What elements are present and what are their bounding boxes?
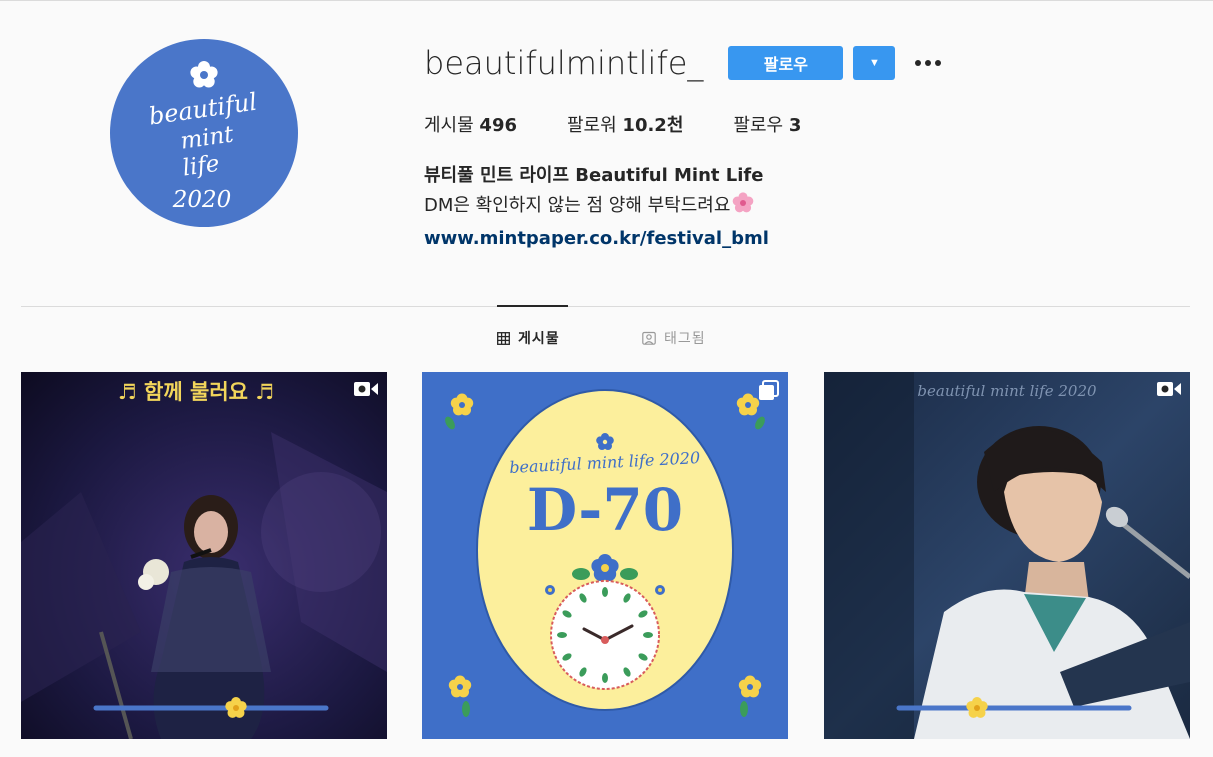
video-icon xyxy=(1157,382,1181,396)
bio-text-row: DM은 확인하지 않는 점 양해 부탁드려요 xyxy=(424,191,1184,224)
posts-count: 게시물 496 xyxy=(424,111,517,137)
followers-count[interactable]: 팔로워 10.2천 xyxy=(567,111,683,137)
grid-icon xyxy=(497,331,510,345)
following-count[interactable]: 팔로우 3 xyxy=(733,111,801,137)
following-label: 팔로우 xyxy=(733,115,784,136)
followers-label: 팔로워 xyxy=(567,115,617,136)
post-thumbnail-3[interactable]: beautiful mint life 2020 xyxy=(824,372,1190,739)
profile-info: beautifulmintlife_ 팔로우 ▼ 게시물 496 팔로워 10.… xyxy=(424,41,1184,254)
tab-posts-label: 게시물 xyxy=(518,331,560,347)
post-thumbnail-2[interactable]: beautiful mint life 2020 D-70 xyxy=(422,372,788,739)
profile-bio: 뷰티풀 민트 라이프 Beautiful Mint Life DM은 확인하지 … xyxy=(424,161,1184,254)
posts-label: 게시물 xyxy=(424,115,474,136)
more-options-icon[interactable] xyxy=(913,54,943,72)
tab-tagged-label: 태그됨 xyxy=(664,331,706,347)
post3-watermark: beautiful mint life 2020 xyxy=(917,382,1097,400)
carousel-icon xyxy=(759,380,779,400)
following-value: 3 xyxy=(788,115,802,136)
post2-countdown: D-70 xyxy=(527,476,683,544)
avatar-text-3: life xyxy=(181,151,221,182)
bio-website-link[interactable]: www.mintpaper.co.kr/festival_bml xyxy=(424,228,769,249)
bio-text: DM은 확인하지 않는 점 양해 부탁드려요 xyxy=(424,195,731,216)
post-thumbnail-1[interactable]: ♬ 함께 불러요 ♬ xyxy=(21,372,387,739)
username: beautifulmintlife_ xyxy=(424,44,704,82)
profile-header-row: beautifulmintlife_ 팔로우 ▼ xyxy=(424,41,1184,85)
tabs-divider xyxy=(21,306,1190,307)
follow-button[interactable]: 팔로우 xyxy=(728,46,844,80)
profile-tabs: 게시물 태그됨 xyxy=(0,328,1213,350)
followers-value: 10.2천 xyxy=(622,115,684,136)
profile-stats: 게시물 496 팔로워 10.2천 팔로우 3 xyxy=(424,111,1184,137)
avatar-text-4: 2020 xyxy=(172,187,232,213)
profile-avatar[interactable]: beautiful mint life 2020 xyxy=(110,39,298,227)
tab-posts[interactable]: 게시물 xyxy=(497,328,560,348)
bio-name: 뷰티풀 민트 라이프 Beautiful Mint Life xyxy=(424,165,764,186)
suggestions-dropdown-button[interactable]: ▼ xyxy=(853,46,896,80)
tab-tagged[interactable]: 태그됨 xyxy=(642,328,706,348)
posts-value: 496 xyxy=(479,115,517,136)
video-icon xyxy=(354,382,378,396)
tagged-portrait-icon xyxy=(642,331,656,345)
post1-overlay-text: ♬ 함께 불러요 ♬ xyxy=(118,380,274,404)
active-tab-indicator xyxy=(497,305,568,307)
cherry-blossom-icon xyxy=(732,192,754,224)
